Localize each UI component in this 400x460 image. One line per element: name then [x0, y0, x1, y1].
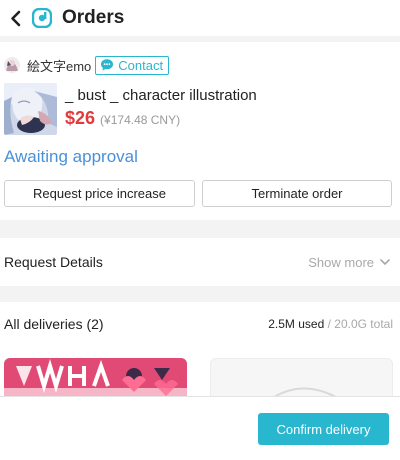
price-row: $26 (¥174.48 CNY) [65, 108, 180, 129]
avatar[interactable] [4, 57, 20, 73]
deliveries-section: All deliveries (2) 2.5M used / 20.0G tot… [0, 302, 400, 402]
show-more-toggle[interactable]: Show more [308, 255, 391, 270]
seller-row: 絵文字emo Contact [4, 55, 170, 75]
contact-button[interactable]: Contact [95, 55, 170, 75]
show-more-label: Show more [308, 254, 374, 270]
app-logo-icon [31, 7, 53, 29]
product-title[interactable]: _ bust _ character illustration [65, 87, 257, 104]
contact-label: Contact [118, 57, 164, 73]
storage-used: 2.5M used [268, 317, 325, 331]
storage-total: 20.0G total [334, 317, 393, 331]
deliveries-title: All deliveries (2) [4, 316, 104, 332]
confirm-delivery-button[interactable]: Confirm delivery [258, 413, 389, 445]
request-details-row[interactable]: Request Details Show more [0, 238, 400, 286]
price-usd: $26 [65, 108, 96, 128]
price-cny: (¥174.48 CNY) [100, 113, 181, 127]
bottom-action-bar: Confirm delivery [0, 396, 400, 460]
request-details-label: Request Details [4, 254, 103, 270]
order-status: Awaiting approval [4, 147, 138, 166]
product-thumbnail[interactable] [4, 83, 57, 135]
chevron-down-icon [379, 256, 391, 268]
storage-usage: 2.5M used / 20.0G total [268, 317, 393, 331]
request-price-increase-button[interactable]: Request price increase [4, 180, 195, 207]
chat-icon [100, 58, 114, 72]
order-card: 絵文字emo Contact _ bust _ character illust… [0, 42, 400, 220]
seller-name[interactable]: 絵文字emo [27, 56, 91, 75]
page-title: Orders [62, 7, 125, 28]
deliveries-header: All deliveries (2) 2.5M used / 20.0G tot… [4, 316, 393, 332]
storage-separator: / [327, 317, 331, 331]
terminate-order-button[interactable]: Terminate order [202, 180, 392, 207]
app-header: Orders [0, 0, 400, 36]
chevron-left-icon[interactable] [6, 8, 24, 28]
